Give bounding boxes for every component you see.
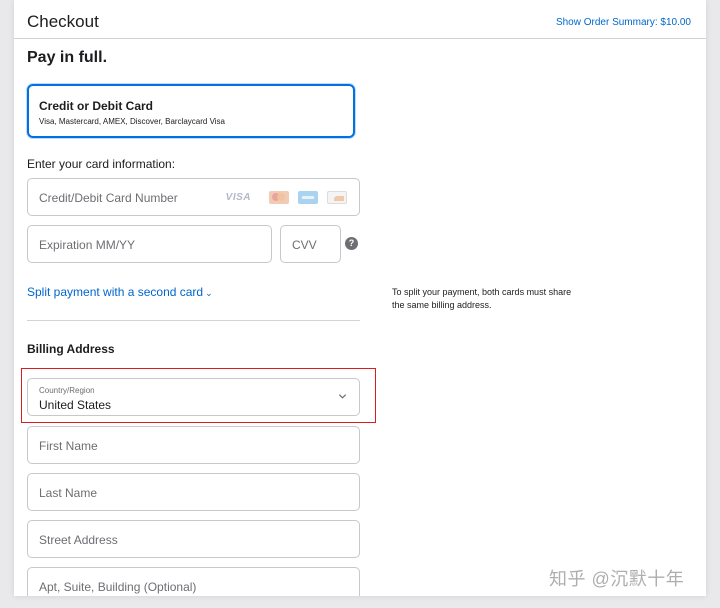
street-address-input[interactable]: Street Address <box>27 520 360 558</box>
credit-debit-card-option[interactable]: Credit or Debit Card Visa, Mastercard, A… <box>27 84 355 138</box>
chevron-down-icon: ⌄ <box>205 288 213 298</box>
country-region-label: Country/Region <box>39 386 95 395</box>
discover-icon <box>327 191 347 204</box>
country-region-select[interactable]: Country/Region United States <box>27 378 360 416</box>
chevron-down-icon <box>338 394 347 399</box>
card-number-placeholder: Credit/Debit Card Number <box>39 191 178 205</box>
split-payment-label: Split payment with a second card <box>27 285 204 299</box>
last-name-placeholder: Last Name <box>39 486 98 500</box>
split-payment-link[interactable]: Split payment with a second card ⌄ <box>27 285 213 299</box>
checkout-page: Checkout Show Order Summary: $10.00 Pay … <box>14 0 706 596</box>
card-number-input[interactable]: Credit/Debit Card Number VISA <box>27 178 360 216</box>
apt-suite-placeholder: Apt, Suite, Building (Optional) <box>39 580 197 594</box>
amex-icon <box>298 191 318 204</box>
mastercard-icon <box>269 191 289 204</box>
cvv-placeholder: CVV <box>292 238 317 252</box>
first-name-input[interactable]: First Name <box>27 426 360 464</box>
section-divider <box>27 320 360 321</box>
card-logos: VISA <box>226 191 347 204</box>
cvv-input[interactable]: CVV <box>280 225 341 263</box>
split-payment-note: To split your payment, both cards must s… <box>392 287 572 310</box>
last-name-input[interactable]: Last Name <box>27 473 360 511</box>
show-order-summary-link[interactable]: Show Order Summary: $10.00 <box>556 17 691 28</box>
pay-in-full-heading: Pay in full. <box>27 49 108 66</box>
watermark: 知乎 @沉默十年 <box>549 569 685 589</box>
billing-address-heading: Billing Address <box>27 342 115 356</box>
apt-suite-input[interactable]: Apt, Suite, Building (Optional) <box>27 567 360 596</box>
expiration-placeholder: Expiration MM/YY <box>39 238 136 252</box>
street-address-placeholder: Street Address <box>39 533 118 547</box>
card-option-description: Visa, Mastercard, AMEX, Discover, Barcla… <box>39 117 225 126</box>
expiration-input[interactable]: Expiration MM/YY <box>27 225 272 263</box>
first-name-placeholder: First Name <box>39 439 98 453</box>
country-region-value: United States <box>39 398 112 412</box>
visa-icon: VISA <box>225 192 251 203</box>
card-option-title: Credit or Debit Card <box>39 99 154 113</box>
cvv-help-icon[interactable]: ? <box>345 237 358 250</box>
card-info-label: Enter your card information: <box>27 157 176 171</box>
page-title: Checkout <box>27 12 99 31</box>
checkout-header: Checkout Show Order Summary: $10.00 <box>14 0 706 39</box>
